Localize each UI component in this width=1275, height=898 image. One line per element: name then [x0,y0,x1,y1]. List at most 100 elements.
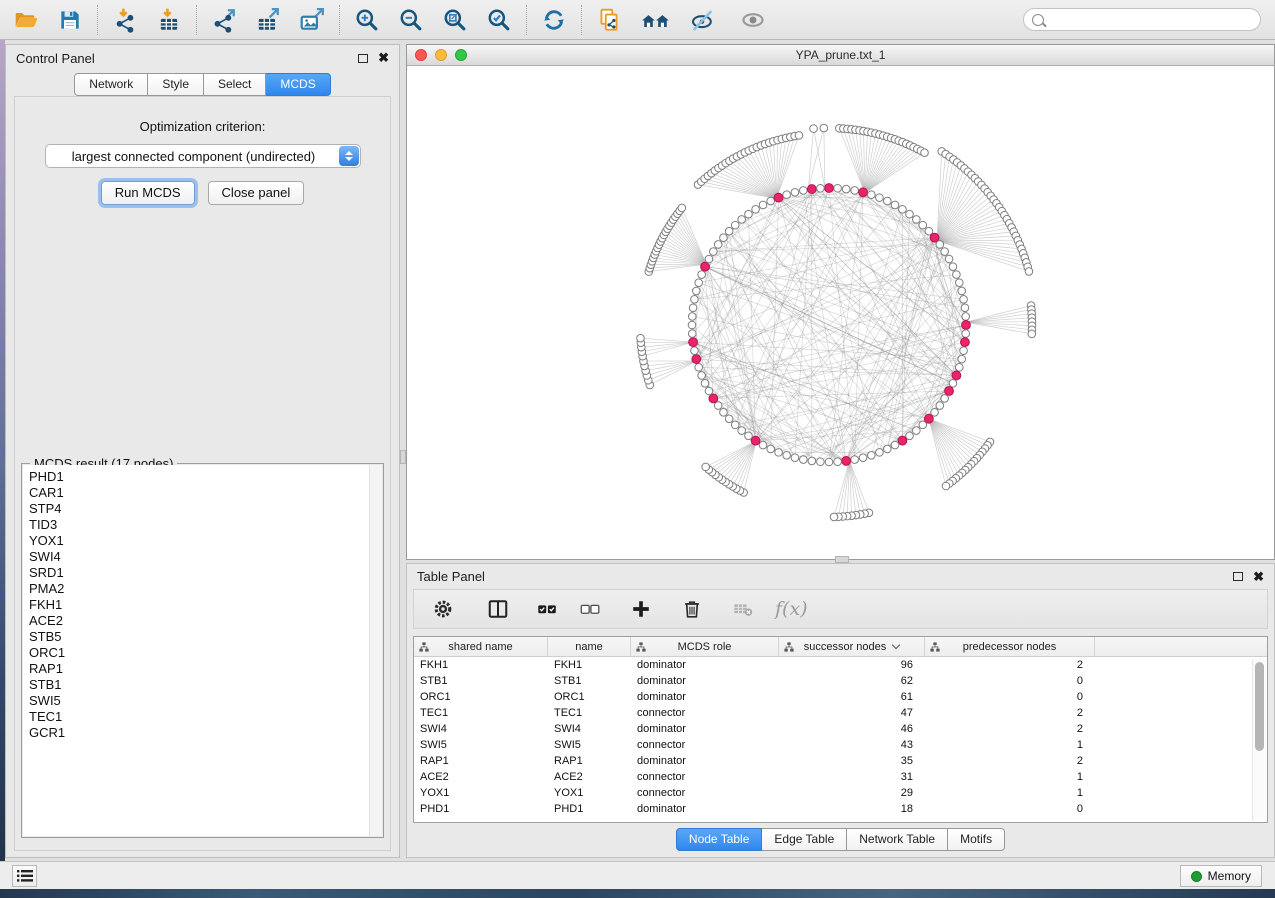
table-scrollbar-thumb[interactable] [1255,662,1264,751]
hide-selected-icon[interactable] [689,6,717,34]
cell-predecessor-nodes[interactable]: 1 [925,787,1095,799]
cell-name[interactable]: SWI4 [548,723,631,735]
export-image-icon[interactable] [298,6,326,34]
mcds-result-item[interactable]: SWI4 [29,549,382,565]
cell-predecessor-nodes[interactable]: 2 [925,723,1095,735]
zoom-fit-icon[interactable] [441,6,469,34]
duplicate-network-icon[interactable] [595,6,623,34]
cell-successor-nodes[interactable]: 43 [779,739,925,751]
cell-name[interactable]: TEC1 [548,707,631,719]
mcds-result-item[interactable]: ACE2 [29,613,382,629]
tab-motifs[interactable]: Motifs [948,828,1005,851]
cell-mcds-role[interactable]: dominator [631,723,779,735]
cell-successor-nodes[interactable]: 29 [779,787,925,799]
cell-shared-name[interactable]: RAP1 [414,755,548,767]
cell-name[interactable]: STB1 [548,675,631,687]
optimization-criterion-select[interactable]: largest connected component (undirected) [45,144,361,168]
tab-select[interactable]: Select [204,73,266,96]
cell-predecessor-nodes[interactable]: 0 [925,803,1095,815]
table-scrollbar[interactable] [1252,659,1266,821]
zoom-selected-icon[interactable] [485,6,513,34]
cell-successor-nodes[interactable]: 47 [779,707,925,719]
run-mcds-button[interactable]: Run MCDS [101,181,195,205]
column-header-shared-name[interactable]: shared name [414,637,548,656]
network-window-titlebar[interactable]: YPA_prune.txt_1 [407,45,1274,66]
cell-predecessor-nodes[interactable]: 2 [925,707,1095,719]
tab-edge-table[interactable]: Edge Table [762,828,847,851]
tab-node-table[interactable]: Node Table [676,828,763,851]
table-row[interactable]: PHD1PHD1dominator180 [414,801,1267,817]
table-row[interactable]: TEC1TEC1connector472 [414,705,1267,721]
mcds-result-item[interactable]: STB5 [29,629,382,645]
mcds-result-item[interactable]: SWI5 [29,693,382,709]
cell-mcds-role[interactable]: dominator [631,755,779,767]
mcds-result-item[interactable]: STP4 [29,501,382,517]
cell-shared-name[interactable]: SWI5 [414,739,548,751]
open-folder-icon[interactable] [12,6,40,34]
search-input[interactable] [1023,8,1261,31]
cell-predecessor-nodes[interactable]: 1 [925,739,1095,751]
cell-successor-nodes[interactable]: 61 [779,691,925,703]
cell-name[interactable]: SWI5 [548,739,631,751]
table-row[interactable]: YOX1YOX1connector291 [414,785,1267,801]
mcds-result-item[interactable]: RAP1 [29,661,382,677]
column-header-predecessor-nodes[interactable]: predecessor nodes [925,637,1095,656]
cell-successor-nodes[interactable]: 46 [779,723,925,735]
close-panel-icon[interactable]: ✖ [378,53,389,63]
cell-predecessor-nodes[interactable]: 2 [925,755,1095,767]
cell-mcds-role[interactable]: connector [631,739,779,751]
task-history-button[interactable] [12,865,37,887]
table-row[interactable]: SWI5SWI5connector431 [414,737,1267,753]
mcds-result-item[interactable]: CAR1 [29,485,382,501]
refresh-icon[interactable] [540,6,568,34]
add-column-icon[interactable] [630,598,652,620]
cell-shared-name[interactable]: FKH1 [414,659,548,671]
mcds-result-item[interactable]: TID3 [29,517,382,533]
cell-successor-nodes[interactable]: 62 [779,675,925,687]
tab-network[interactable]: Network [74,73,148,96]
float-panel-icon[interactable] [358,54,368,63]
column-header-successor-nodes[interactable]: successor nodes [779,637,925,656]
cell-successor-nodes[interactable]: 35 [779,755,925,767]
table-row[interactable]: SWI4SWI4dominator462 [414,721,1267,737]
cell-predecessor-nodes[interactable]: 2 [925,659,1095,671]
cell-mcds-role[interactable]: dominator [631,659,779,671]
cell-shared-name[interactable]: YOX1 [414,787,548,799]
import-table-icon[interactable] [155,6,183,34]
mcds-result-item[interactable]: TEC1 [29,709,382,725]
tab-network-table[interactable]: Network Table [847,828,948,851]
column-header-name[interactable]: name [548,637,631,656]
cell-shared-name[interactable]: STB1 [414,675,548,687]
cell-mcds-role[interactable]: dominator [631,691,779,703]
cell-successor-nodes[interactable]: 18 [779,803,925,815]
cell-name[interactable]: ACE2 [548,771,631,783]
cell-mcds-role[interactable]: dominator [631,803,779,815]
zoom-in-icon[interactable] [353,6,381,34]
float-table-panel-icon[interactable] [1233,572,1243,581]
cell-name[interactable]: FKH1 [548,659,631,671]
save-icon[interactable] [56,6,84,34]
vertical-splitter-grip[interactable] [400,450,406,464]
table-row[interactable]: STB1STB1dominator620 [414,673,1267,689]
mcds-result-item[interactable]: PMA2 [29,581,382,597]
mcds-result-item[interactable]: SRD1 [29,565,382,581]
first-neighbors-icon[interactable] [639,6,673,34]
cell-name[interactable]: PHD1 [548,803,631,815]
mcds-result-list[interactable]: PHD1CAR1STP4TID3YOX1SWI4SRD1PMA2FKH1ACE2… [23,465,382,836]
mcds-result-item[interactable]: ORC1 [29,645,382,661]
memory-button[interactable]: Memory [1180,865,1262,887]
cell-mcds-role[interactable]: connector [631,787,779,799]
cell-mcds-role[interactable]: connector [631,771,779,783]
cell-shared-name[interactable]: TEC1 [414,707,548,719]
mcds-result-item[interactable]: STB1 [29,677,382,693]
table-row[interactable]: RAP1RAP1dominator352 [414,753,1267,769]
table-row[interactable]: ACE2ACE2connector311 [414,769,1267,785]
export-network-icon[interactable] [210,6,238,34]
cell-successor-nodes[interactable]: 96 [779,659,925,671]
export-table-icon[interactable] [254,6,282,34]
cell-successor-nodes[interactable]: 31 [779,771,925,783]
cell-predecessor-nodes[interactable]: 0 [925,691,1095,703]
cell-shared-name[interactable]: ACE2 [414,771,548,783]
column-header-mcds-role[interactable]: MCDS role [631,637,779,656]
deselect-all-icon[interactable] [579,598,601,620]
